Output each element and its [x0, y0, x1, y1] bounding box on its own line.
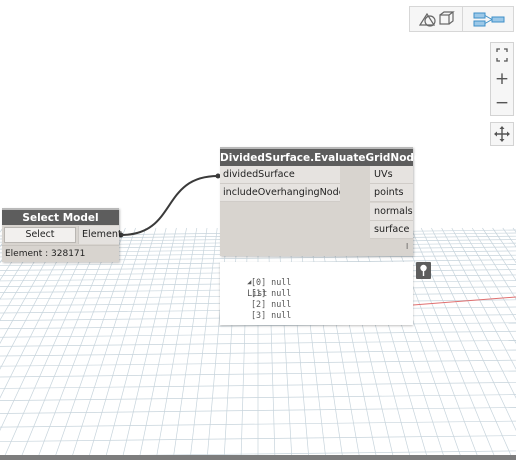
node-body: dividedSurface includeOverhangingNodes U…	[220, 166, 413, 256]
output-port-normals[interactable]: normals	[370, 203, 413, 221]
select-model-element-node[interactable]: Select Model Element Select Element Elem…	[2, 208, 122, 262]
select-button[interactable]: Select	[4, 227, 76, 243]
preview-bubble[interactable]: ◢ List [0] null [1] null [2] null [3] nu…	[220, 262, 413, 325]
list-item: [1] null	[251, 288, 292, 298]
pin-icon	[420, 264, 427, 276]
node-body: Select Element Element : 328171	[2, 225, 122, 262]
zoom-toolbar: + −	[490, 42, 514, 116]
pin-button[interactable]	[416, 262, 431, 279]
input-port-divided-surface[interactable]: dividedSurface	[220, 166, 340, 184]
graph-view-icon	[473, 12, 505, 27]
list-item: [3] null	[251, 310, 292, 320]
node-title: Select Model Element	[2, 208, 119, 241]
list-item: [0] null	[251, 277, 292, 287]
element-status: Element : 328171	[2, 245, 119, 262]
pan-button[interactable]	[490, 122, 514, 146]
zoom-out-button[interactable]: −	[491, 91, 513, 115]
zoom-to-fit-icon	[496, 48, 508, 62]
view-toggle	[409, 6, 514, 32]
lacing-marker: l	[406, 242, 409, 251]
geometry-view-icon	[418, 11, 455, 27]
input-port-include-overhanging-nodes[interactable]: includeOverhangingNodes	[220, 184, 350, 202]
geometry-view-button[interactable]	[410, 7, 462, 31]
node-title: DividedSurface.EvaluateGridNodes	[220, 147, 427, 166]
evaluate-grid-nodes-node[interactable]: DividedSurface.EvaluateGridNodes divided…	[220, 147, 427, 256]
output-port-uvs[interactable]: UVs	[370, 166, 413, 184]
pan-icon	[494, 126, 510, 142]
output-port-points[interactable]: points	[370, 184, 413, 202]
node-divider	[340, 166, 370, 256]
zoom-in-button[interactable]: +	[491, 67, 513, 91]
zoom-to-fit-button[interactable]	[491, 43, 513, 67]
list-item: [2] null	[251, 299, 292, 309]
output-port-element[interactable]: Element	[78, 226, 122, 244]
output-port-surface[interactable]: surface	[370, 221, 413, 239]
graph-view-button[interactable]	[462, 7, 514, 31]
